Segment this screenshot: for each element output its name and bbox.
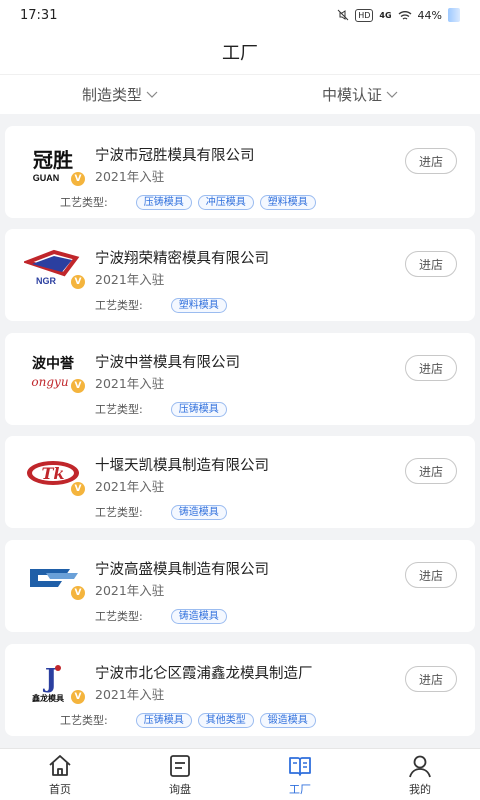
company-card[interactable]: 冠胜 GUAN V 宁波市冠胜模具有限公司 2021年入驻 进店 工艺类型: 压铸… bbox=[5, 126, 475, 218]
chevron-down-icon bbox=[146, 91, 158, 98]
company-name[interactable]: 宁波中誉模具有限公司 bbox=[95, 351, 240, 372]
company-card[interactable]: 波中誉 ongyu V 宁波中誉模具有限公司 2021年入驻 进店 工艺类型: 压… bbox=[5, 333, 475, 425]
factory-list: 冠胜 GUAN V 宁波市冠胜模具有限公司 2021年入驻 进店 工艺类型: 压铸… bbox=[0, 124, 480, 748]
company-name[interactable]: 宁波市冠胜模具有限公司 bbox=[95, 144, 255, 165]
svg-text:鑫龙模具: 鑫龙模具 bbox=[31, 693, 64, 703]
craft-tag: 压铸模具 bbox=[170, 401, 227, 417]
craft-type-label: 工艺类型: bbox=[95, 506, 143, 519]
status-time: 17:31 bbox=[20, 7, 58, 23]
enter-store-button[interactable]: 进店 bbox=[405, 562, 457, 588]
inquiry-icon bbox=[170, 754, 190, 777]
svg-text:波中誉: 波中誉 bbox=[32, 355, 75, 372]
tab-label: 询盘 bbox=[169, 782, 191, 796]
company-name[interactable]: 宁波高盛模具制造有限公司 bbox=[95, 558, 269, 579]
battery-icon bbox=[448, 8, 460, 22]
company-name[interactable]: 宁波市北仑区霞浦鑫龙模具制造厂 bbox=[95, 662, 313, 683]
craft-type-label: 工艺类型: bbox=[95, 610, 143, 623]
svg-text:J: J bbox=[43, 664, 57, 694]
enter-store-button[interactable]: 进店 bbox=[405, 148, 457, 174]
status-icons: HD 4G 44% bbox=[337, 8, 460, 22]
filter-certification[interactable]: 中模认证 bbox=[240, 84, 480, 105]
craft-tag: 铸造模具 bbox=[170, 504, 227, 520]
company-card[interactable]: Tk V 十堰天凯模具制造有限公司 2021年入驻 进店 工艺类型: 铸造模具 bbox=[5, 436, 475, 528]
craft-type-row: 工艺类型: 铸造模具 bbox=[95, 504, 227, 520]
tab-label: 我的 bbox=[409, 782, 431, 796]
craft-tag: 铸造模具 bbox=[170, 608, 227, 624]
craft-type-row: 工艺类型: 压铸模具 bbox=[95, 401, 227, 417]
enter-store-button[interactable]: 进店 bbox=[405, 666, 457, 692]
craft-tag: 压铸模具 bbox=[135, 712, 192, 728]
verified-badge-icon: V bbox=[71, 690, 85, 704]
factory-icon bbox=[289, 756, 311, 776]
craft-tag: 压铸模具 bbox=[135, 194, 192, 210]
page-title: 工厂 bbox=[222, 43, 258, 64]
tab-label: 工厂 bbox=[289, 782, 311, 796]
tab-label: 首页 bbox=[49, 782, 71, 796]
company-joined: 2021年入驻 bbox=[95, 479, 165, 494]
company-name[interactable]: 十堰天凯模具制造有限公司 bbox=[95, 454, 269, 475]
verified-badge-icon: V bbox=[71, 482, 85, 496]
verified-badge-icon: V bbox=[71, 379, 85, 393]
craft-type-label: 工艺类型: bbox=[60, 196, 108, 209]
filter-bar: 制造类型 中模认证 bbox=[0, 74, 480, 114]
tab-home[interactable]: 首页 bbox=[0, 749, 120, 800]
company-joined: 2021年入驻 bbox=[95, 169, 165, 184]
craft-type-label: 工艺类型: bbox=[60, 714, 108, 727]
company-joined: 2021年入驻 bbox=[95, 583, 165, 598]
enter-store-button[interactable]: 进店 bbox=[405, 251, 457, 277]
craft-type-row: 工艺类型: 压铸模具 其他类型 锻造模具 bbox=[60, 712, 316, 728]
company-joined: 2021年入驻 bbox=[95, 272, 165, 287]
status-bar: 17:31 HD 4G 44% bbox=[0, 0, 480, 30]
company-card[interactable]: NGR V 宁波翔荣精密模具有限公司 2021年入驻 进店 工艺类型: 塑料模具 bbox=[5, 229, 475, 321]
enter-store-button[interactable]: 进店 bbox=[405, 355, 457, 381]
tab-factory[interactable]: 工厂 bbox=[240, 749, 360, 800]
craft-type-row: 工艺类型: 铸造模具 bbox=[95, 608, 227, 624]
wifi-icon bbox=[398, 10, 411, 20]
verified-badge-icon: V bbox=[71, 275, 85, 289]
filter-manufacture-type[interactable]: 制造类型 bbox=[0, 84, 240, 105]
company-name[interactable]: 宁波翔荣精密模具有限公司 bbox=[95, 247, 269, 268]
bottom-tabbar: 首页 询盘 工厂 我的 bbox=[0, 748, 480, 800]
filter-label: 制造类型 bbox=[81, 86, 142, 104]
craft-tag: 塑料模具 bbox=[170, 297, 227, 313]
tab-inquiry[interactable]: 询盘 bbox=[120, 749, 240, 800]
hd-icon: HD bbox=[355, 8, 374, 22]
header: 工厂 bbox=[0, 30, 480, 74]
svg-text:ongyu: ongyu bbox=[31, 375, 68, 389]
filter-label: 中模认证 bbox=[321, 86, 382, 104]
mute-icon bbox=[337, 9, 349, 21]
craft-type-label: 工艺类型: bbox=[95, 299, 143, 312]
chevron-down-icon bbox=[386, 91, 398, 98]
craft-type-row: 工艺类型: 塑料模具 bbox=[95, 297, 227, 313]
craft-tag: 冲压模具 bbox=[197, 194, 254, 210]
enter-store-button[interactable]: 进店 bbox=[405, 458, 457, 484]
company-joined: 2021年入驻 bbox=[95, 376, 165, 391]
svg-text:NGR: NGR bbox=[36, 276, 57, 286]
company-joined: 2021年入驻 bbox=[95, 687, 165, 702]
tab-profile[interactable]: 我的 bbox=[360, 749, 480, 800]
svg-text:Tk: Tk bbox=[42, 464, 65, 483]
profile-icon bbox=[409, 755, 431, 777]
company-card[interactable]: J 鑫龙模具 V 宁波市北仑区霞浦鑫龙模具制造厂 2021年入驻 进店 工艺类型:… bbox=[5, 644, 475, 736]
verified-badge-icon: V bbox=[71, 172, 85, 186]
craft-type-label: 工艺类型: bbox=[95, 403, 143, 416]
network-label: 4G bbox=[379, 10, 392, 20]
svg-text:GUAN: GUAN bbox=[33, 173, 60, 183]
craft-tag: 塑料模具 bbox=[259, 194, 316, 210]
craft-type-row: 工艺类型: 压铸模具 冲压模具 塑料模具 bbox=[60, 194, 316, 210]
verified-badge-icon: V bbox=[71, 586, 85, 600]
svg-text:冠胜: 冠胜 bbox=[33, 148, 73, 172]
company-card[interactable]: V 宁波高盛模具制造有限公司 2021年入驻 进店 工艺类型: 铸造模具 bbox=[5, 540, 475, 632]
craft-tag: 锻造模具 bbox=[259, 712, 316, 728]
craft-tag: 其他类型 bbox=[197, 712, 254, 728]
home-icon bbox=[49, 754, 71, 776]
battery-percent: 44% bbox=[417, 8, 442, 22]
